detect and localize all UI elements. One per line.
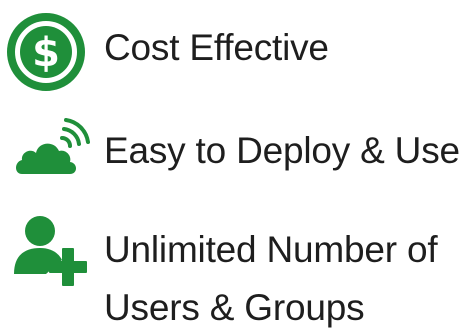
add-user-icon xyxy=(14,216,87,286)
dollar-coin-icon: $ xyxy=(7,13,85,91)
feature-label-line-2: Users & Groups xyxy=(104,287,365,328)
feature-item-easy-to-deploy: Easy to Deploy & Use xyxy=(0,100,465,200)
cloud-signal-icon xyxy=(16,118,90,174)
feature-label: Easy to Deploy & Use xyxy=(104,130,460,171)
svg-text:$: $ xyxy=(32,30,60,76)
feature-label: Cost Effective xyxy=(104,27,329,68)
feature-label-line-1: Unlimited Number of xyxy=(104,229,438,270)
feature-item-cost-effective: $ Cost Effective xyxy=(0,0,465,100)
feature-list: $ Cost Effective Easy to Deploy & Use Un… xyxy=(0,0,465,329)
feature-item-unlimited-users: Unlimited Number of Users & Groups xyxy=(0,200,465,329)
